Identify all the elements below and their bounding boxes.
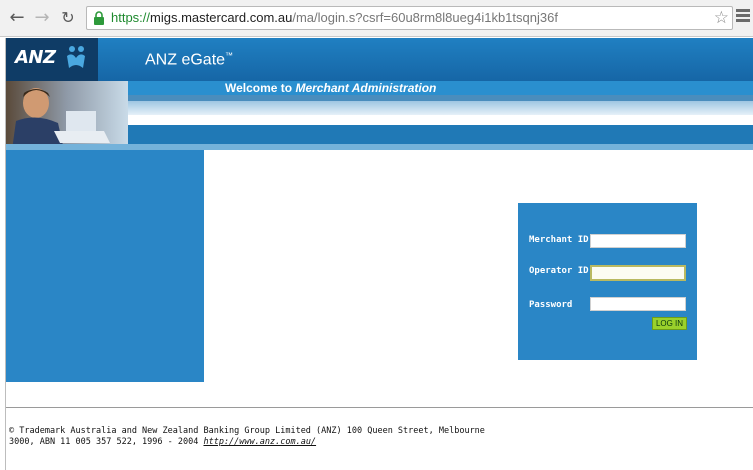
footer-text: © Trademark Australia and New Zealand Ba… [9,426,609,448]
operator-id-input[interactable] [590,265,686,281]
logo-text: ANZ [15,47,56,68]
footer-divider [6,407,753,408]
log-in-button[interactable]: LOG IN [652,317,687,330]
lock-icon [94,11,104,25]
reload-icon[interactable]: ↻ [58,8,78,28]
hamburger-menu-icon[interactable] [736,9,750,25]
footer-line-2: 3000, ABN 11 005 357 522, 1996 - 2004 [9,437,204,447]
product-name: ANZ eGate [145,51,226,69]
anz-logo[interactable]: ANZ [6,38,98,81]
header-stripe [128,125,753,144]
merchant-id-label: Merchant ID [529,235,589,245]
url-host: migs.mastercard.com.au [150,10,293,25]
merchant-id-input[interactable] [590,234,686,248]
password-input[interactable] [590,297,686,311]
url-path: /ma/login.s?csrf=60u8rm8l8ueg4i1kb1tsqnj… [292,10,558,25]
trademark-symbol: ™ [225,51,234,60]
forward-arrow-icon[interactable]: → [32,8,52,28]
page-content: ANZ ANZ eGate™ Welcome to Merchant Admin… [5,38,753,470]
site-header: ANZ ANZ eGate™ Welcome to Merchant Admin… [6,38,753,150]
banner-photo [6,81,128,150]
header-top-bar [6,38,753,81]
header-stripe [128,115,753,125]
url-scheme: https:// [111,10,151,25]
welcome-prefix: Welcome to [225,81,296,95]
star-icon[interactable]: ☆ [714,8,729,28]
footer-line-1: © Trademark Australia and New Zealand Ba… [9,426,485,436]
welcome-text: Welcome to Merchant Administration [225,81,436,95]
password-label: Password [529,300,573,310]
product-title: ANZ eGate™ [145,51,233,69]
browser-toolbar: ← → ↻ https://migs.mastercard.com.au/ma/… [0,0,753,37]
welcome-emphasis: Merchant Administration [295,81,437,95]
anz-figures-icon [67,46,85,68]
address-bar[interactable]: https://migs.mastercard.com.au/ma/login.… [86,6,733,30]
header-stripe [128,101,753,115]
operator-id-label: Operator ID [529,266,589,276]
back-arrow-icon[interactable]: ← [7,8,27,28]
login-form: Merchant ID Operator ID Password LOG IN [518,203,697,360]
url-text: https://migs.mastercard.com.au/ma/login.… [111,10,558,26]
left-panel [6,150,204,382]
anz-website-link[interactable]: http://www.anz.com.au/ [203,437,316,447]
